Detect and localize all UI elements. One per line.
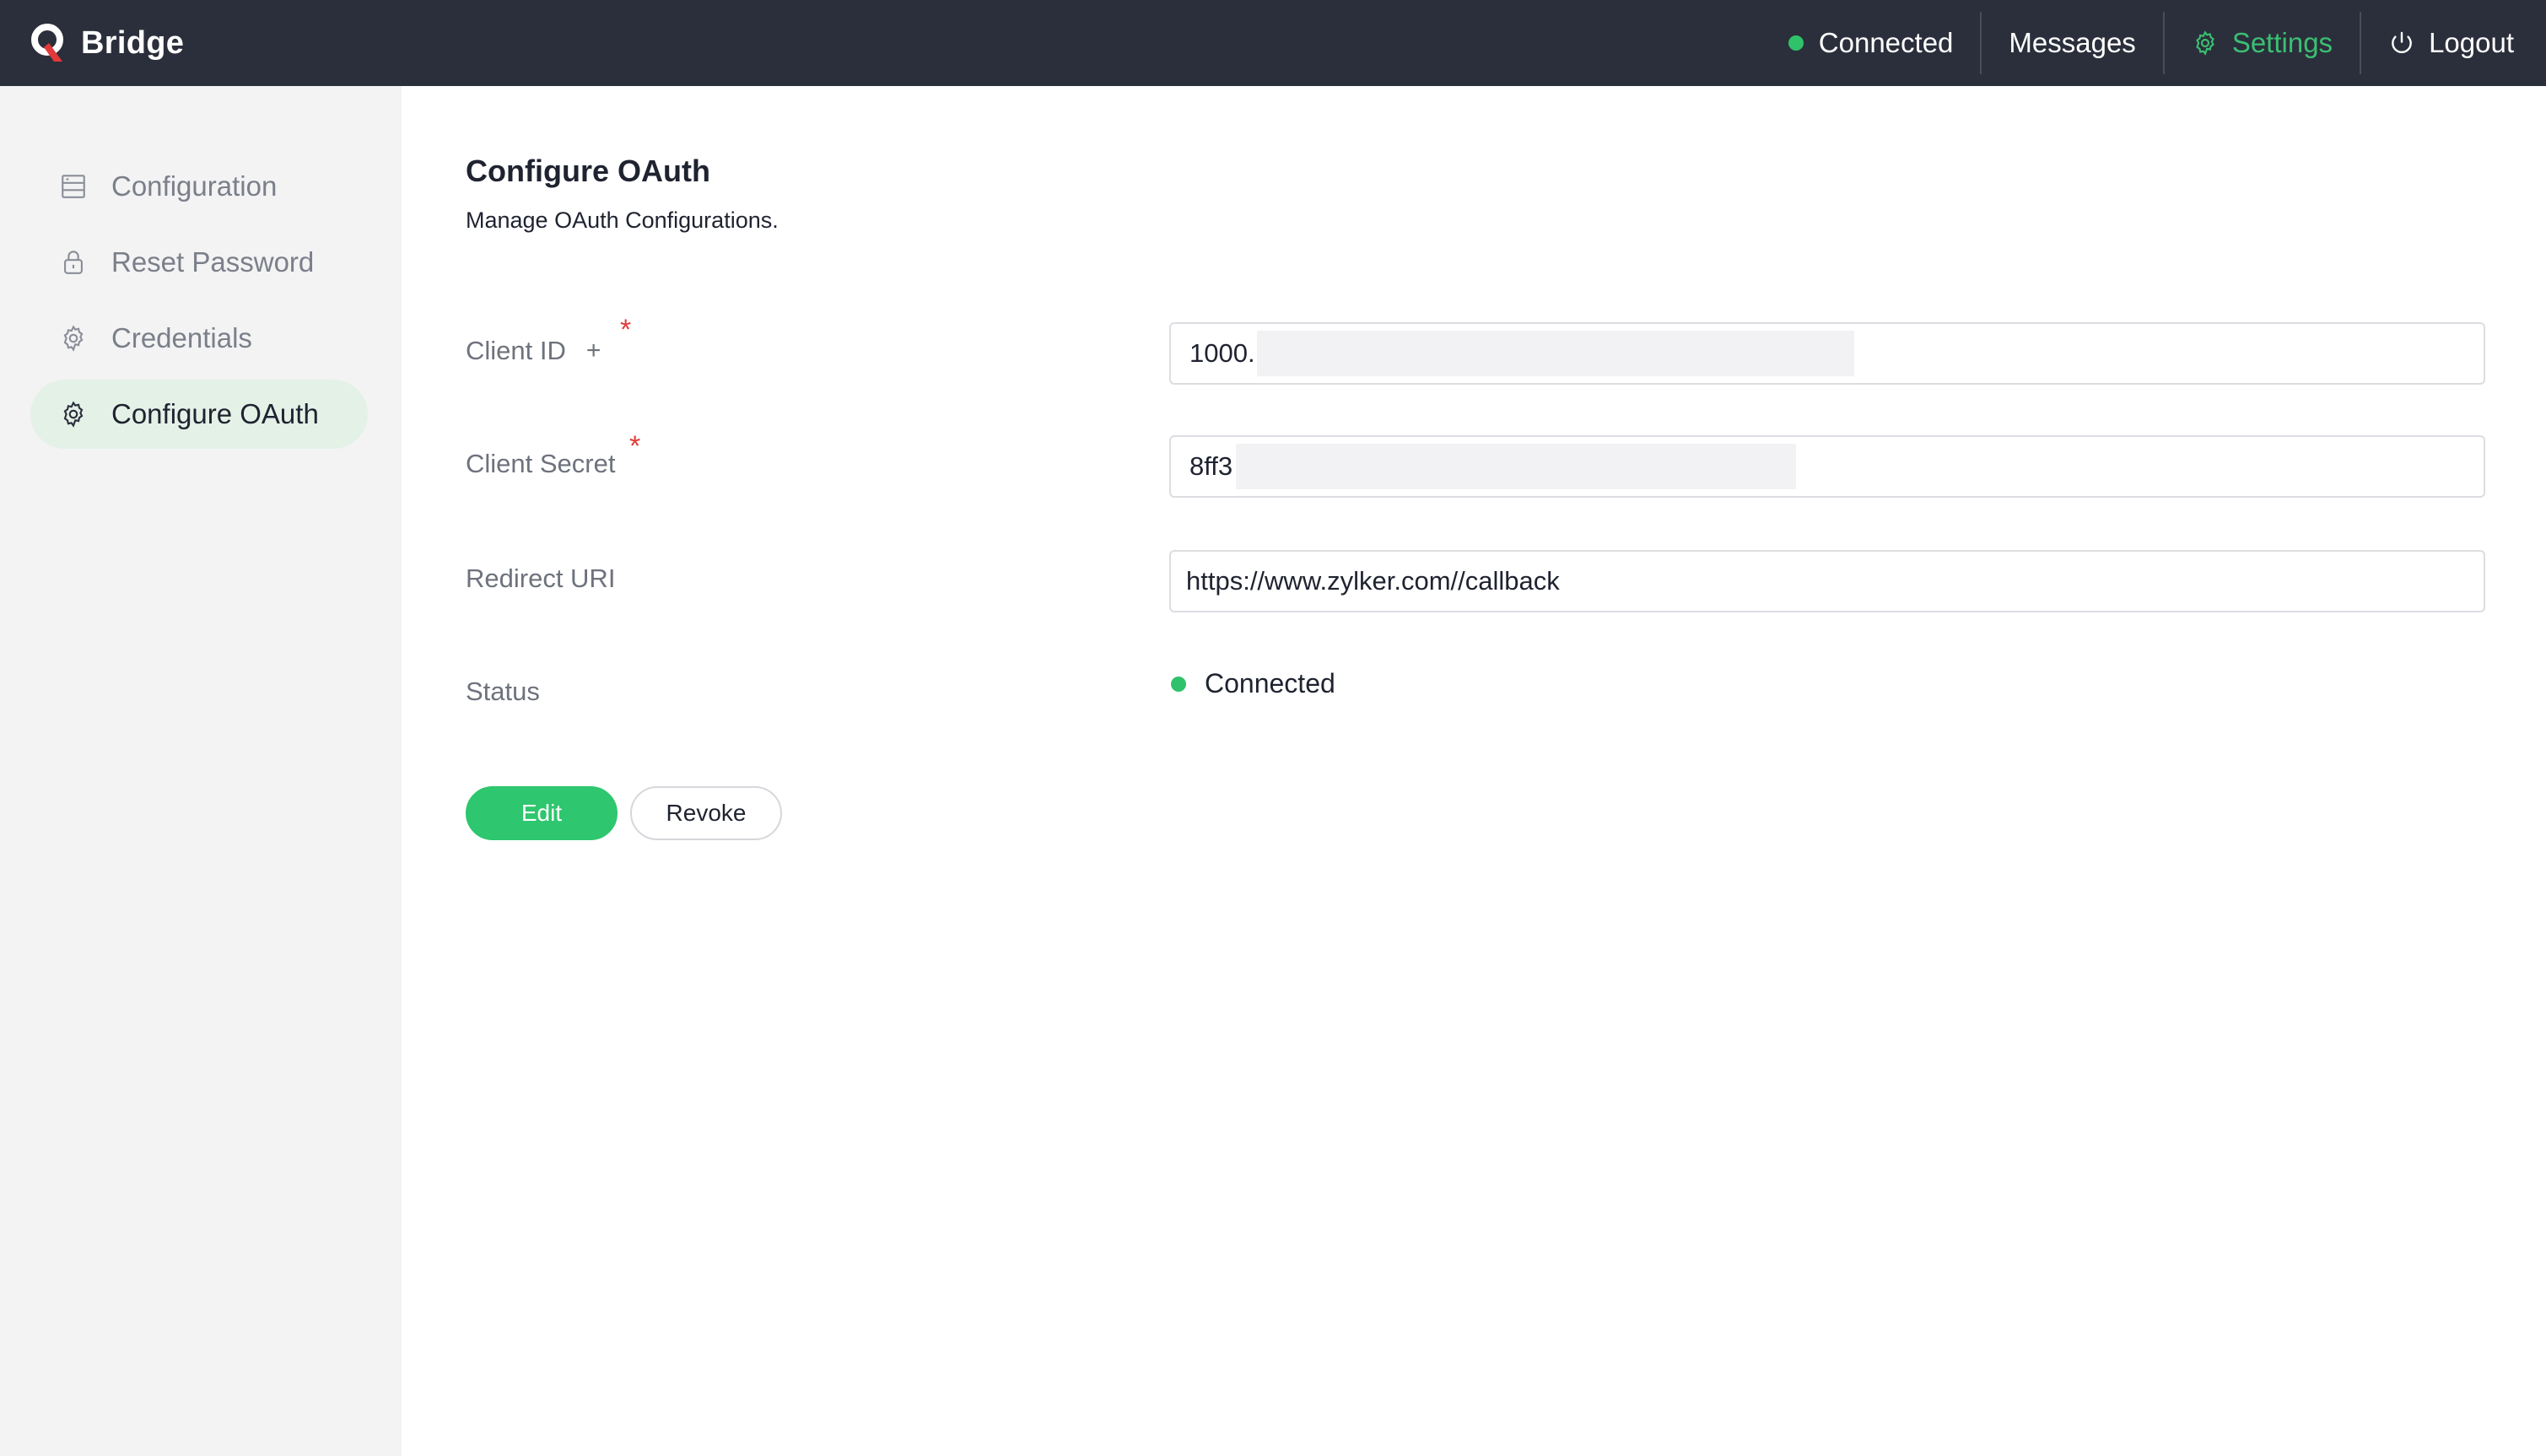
page-title: Configure OAuth <box>466 154 710 188</box>
status-value: Connected <box>1171 668 1335 699</box>
sidebar-item-reset-password[interactable]: Reset Password <box>30 228 368 297</box>
redirect-uri-label: Redirect URI <box>466 564 616 593</box>
status-value-text: Connected <box>1205 668 1335 698</box>
power-icon <box>2392 31 2412 53</box>
required-star-client-id: * <box>620 314 632 346</box>
server-icon <box>62 175 85 198</box>
sidebar-item-label: Reset Password <box>111 246 315 278</box>
connection-status-label: Connected <box>1818 27 1954 58</box>
brand-name: Bridge <box>81 24 185 61</box>
status-dot-icon <box>1171 676 1186 692</box>
masked-value <box>1256 331 1854 376</box>
client-id-value: 1000. <box>1189 338 1255 368</box>
status-dot-icon <box>1788 35 1804 51</box>
redirect-uri-input[interactable]: https://www.zylker.com//callback <box>1169 550 2485 612</box>
sidebar-item-credentials[interactable]: Credentials <box>30 304 368 373</box>
client-id-label-row: Client ID + <box>466 336 601 366</box>
client-secret-label-row: Client Secret <box>466 449 615 479</box>
gear-icon <box>2195 30 2214 56</box>
lock-icon <box>64 251 83 274</box>
nav-messages[interactable]: Messages <box>1980 12 2162 74</box>
brand[interactable]: Bridge <box>29 20 184 66</box>
sidebar-item-configuration[interactable]: Configuration <box>30 152 368 221</box>
nav-messages-label: Messages <box>2009 27 2136 58</box>
connection-status[interactable]: Connected <box>1761 12 1981 74</box>
nav-settings-label: Settings <box>2231 27 2333 58</box>
edit-button[interactable]: Edit <box>466 786 618 840</box>
sidebar-item-label: Configuration <box>111 170 278 202</box>
top-nav: Connected Messages Settings Logout <box>1761 12 2546 74</box>
top-bar: Bridge Connected Messages Settings Logou… <box>0 0 2546 86</box>
sidebar-item-label: Configure OAuth <box>111 398 319 429</box>
nav-settings[interactable]: Settings <box>2162 12 2360 74</box>
page-subtitle: Manage OAuth Configurations. <box>466 208 779 233</box>
sidebar-item-label: Credentials <box>111 322 252 353</box>
redirect-uri-value: https://www.zylker.com//callback <box>1186 566 1560 596</box>
bridge-logo-icon <box>31 24 63 62</box>
plus-icon: + <box>585 337 601 364</box>
client-id-label: Client ID <box>466 336 566 365</box>
gear-icon <box>63 401 84 428</box>
client-secret-label: Client Secret <box>466 449 616 478</box>
sidebar-item-configure-oauth[interactable]: Configure OAuth <box>30 380 368 449</box>
nav-logout[interactable]: Logout <box>2360 12 2546 74</box>
main-content: Configure OAuth Manage OAuth Configurati… <box>402 86 2546 1456</box>
client-secret-value: 8ff3 <box>1189 451 1233 481</box>
sidebar: Configuration Reset Password Credentials… <box>0 86 402 1456</box>
required-star-client-secret: * <box>629 430 641 462</box>
client-id-input[interactable]: 1000. <box>1169 322 2485 385</box>
gear-icon <box>63 325 84 352</box>
revoke-button[interactable]: Revoke <box>630 786 782 840</box>
status-label-row: Status <box>466 677 540 707</box>
redirect-uri-label-row: Redirect URI <box>466 564 615 594</box>
masked-value <box>1236 444 1797 489</box>
status-label: Status <box>466 677 540 706</box>
nav-logout-label: Logout <box>2429 27 2514 58</box>
client-secret-input[interactable]: 8ff3 <box>1169 435 2485 498</box>
